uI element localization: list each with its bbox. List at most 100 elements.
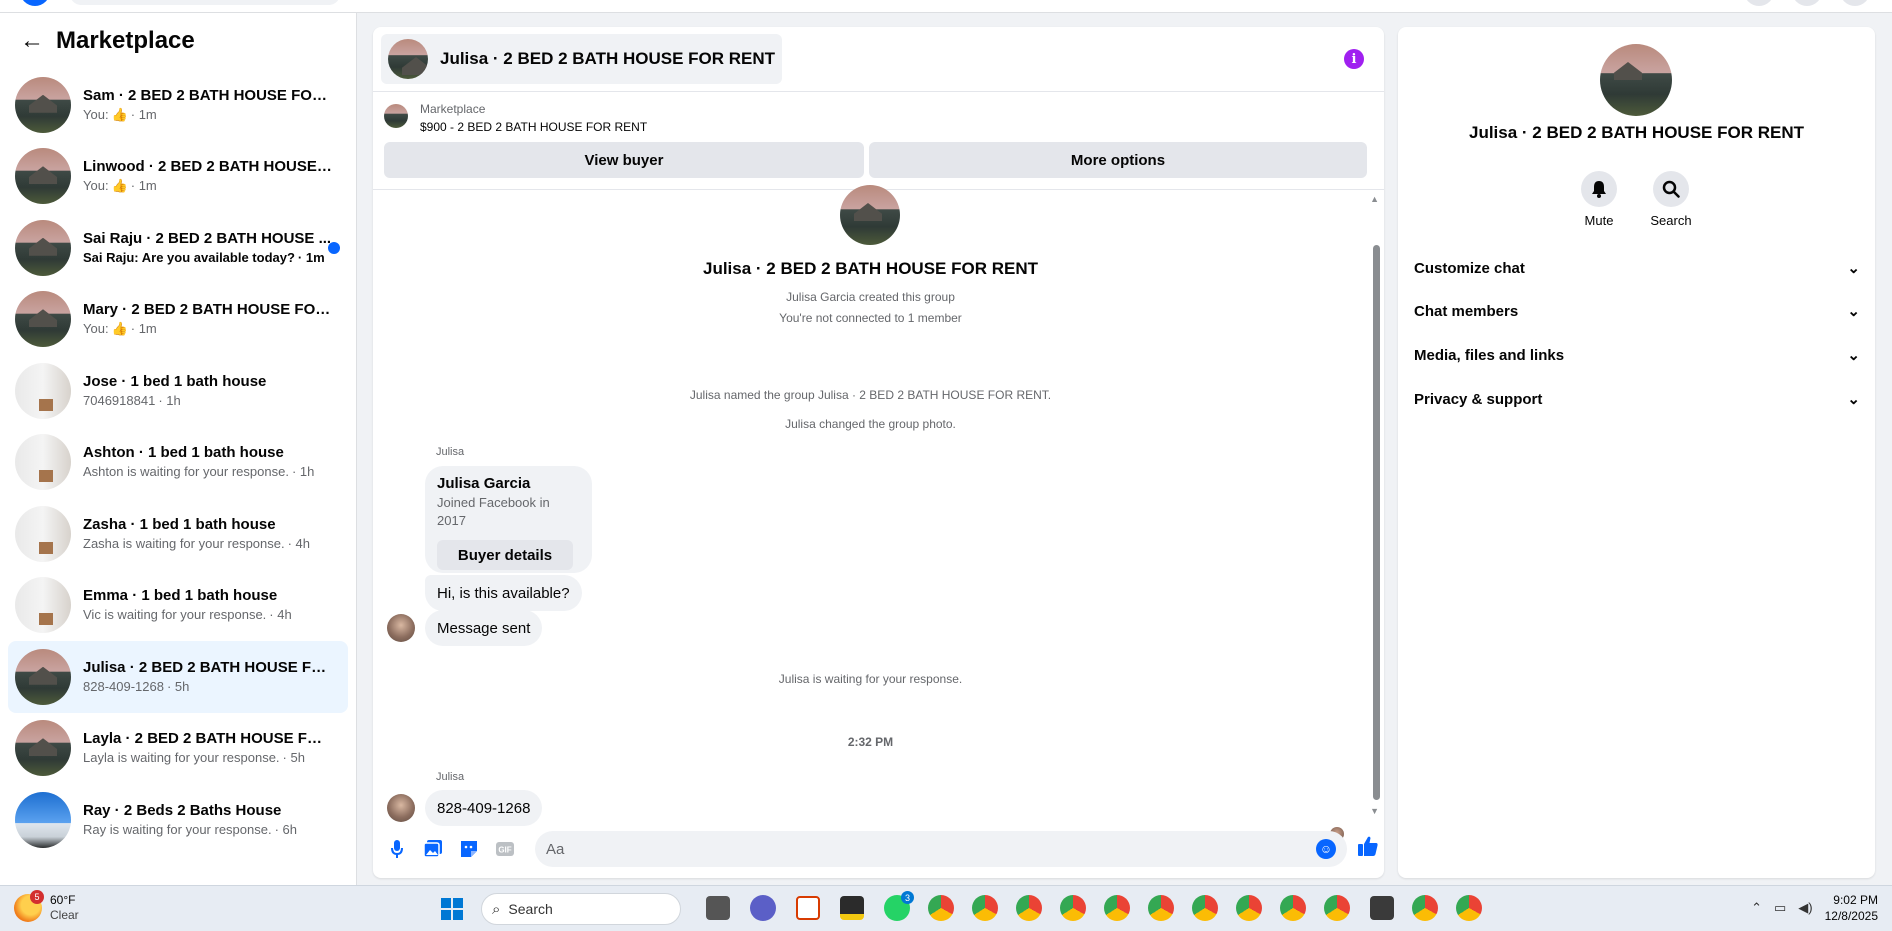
preview-time: · 1m [297,249,325,265]
section-label: Privacy & support [1414,390,1543,408]
scroll-down-icon[interactable]: ▼ [1370,806,1379,816]
conversation-item[interactable]: Ashton · 1 bed 1 bath house Ashton is wai… [8,427,348,499]
weather-condition: Clear [50,908,79,922]
photo-icon[interactable] [421,837,445,861]
preview-time: · 5h [166,678,190,694]
listing-title[interactable]: $900 - 2 BED 2 BATH HOUSE FOR RENT [420,118,647,136]
bell-icon[interactable] [1581,171,1617,207]
scroll-thumb[interactable] [1373,245,1380,800]
chat-details-panel: Julisa · 2 BED 2 BATH HOUSE FOR RENT Mut… [1398,27,1875,878]
gif-icon[interactable]: GIF [493,837,517,861]
chevron-up-icon[interactable]: ⌃ [1751,900,1762,916]
listing-thumbnail [15,648,71,705]
conversation-item[interactable]: Mary · 2 BED 2 BATH HOUSE FOR ... You: 👍 … [8,284,348,356]
conversation-preview: Layla is waiting for your response. · 5h [83,749,333,767]
group-avatar [388,39,428,79]
chevron-down-icon: ⌄ [1847,260,1860,277]
profile-avatar[interactable] [1840,0,1870,6]
snipping-tool-icon[interactable] [796,896,820,920]
back-arrow-icon[interactable]: ← [20,27,56,55]
conversation-item[interactable]: Sai Raju · 2 BED 2 BATH HOUSE ... Sai Raj… [8,212,348,284]
sticker-icon[interactable] [457,837,481,861]
section-privacy-support[interactable]: Privacy & support ⌄ [1414,383,1864,415]
mute-action[interactable]: Mute [1569,171,1629,228]
chrome-profile-icon[interactable] [1324,895,1350,921]
conversation-preview: Ashton is waiting for your response. · 1… [83,463,333,481]
conversation-item[interactable]: Emma · 1 bed 1 bath house Vic is waiting … [8,570,348,642]
info-icon[interactable]: i [1344,49,1364,69]
menu-icon[interactable] [1744,0,1774,6]
chrome-profile-icon[interactable] [1016,895,1042,921]
preview-text: 828-409-1268 [83,678,164,694]
message-input-box[interactable]: ☺ [535,831,1347,867]
sender-avatar[interactable] [387,614,415,642]
task-view-icon[interactable] [706,896,730,920]
more-options-button[interactable]: More options [869,142,1367,178]
teams-icon[interactable] [750,895,776,921]
search-icon[interactable] [1653,171,1689,207]
chrome-profile-icon[interactable] [1060,895,1086,921]
facebook-search-bar[interactable] [70,0,340,5]
scroll-up-icon[interactable]: ▲ [1370,194,1379,204]
emoji-icon[interactable]: ☺ [1316,839,1336,859]
system-tray: ⌃ ▭ ◀) 9:02 PM 12/8/2025 [1751,892,1878,924]
conversation-preview: Ray is waiting for your response. · 6h [83,821,333,839]
section-chat-members[interactable]: Chat members ⌄ [1414,295,1864,327]
chrome-icon[interactable] [928,895,954,921]
conversation-item[interactable]: Zasha · 1 bed 1 bath house Zasha is waiti… [8,498,348,570]
preview-text: 7046918841 [83,392,156,408]
listing-thumbnail[interactable] [384,104,408,128]
chrome-profile-icon[interactable] [1148,895,1174,921]
chrome-profile-icon[interactable] [1456,895,1482,921]
chrome-profile-icon[interactable] [1236,895,1262,921]
chrome-profile-icon[interactable] [1104,895,1130,921]
message-input[interactable] [546,840,1306,858]
network-icon[interactable]: ▭ [1774,900,1786,916]
unread-indicator [328,242,340,254]
conversation-item[interactable]: Julisa · 2 BED 2 BATH HOUSE FOR ... 828-4… [8,641,348,713]
weather-icon: 5 [14,890,44,922]
conversation-item[interactable]: Sam · 2 BED 2 BATH HOUSE FOR R... You: 👍 … [8,69,348,141]
conversation-name: Sai Raju · 2 BED 2 BATH HOUSE ... [83,229,332,247]
conversation-item[interactable]: Jose · 1 bed 1 bath house 7046918841 · 1h [8,355,348,427]
sticky-notes-icon[interactable] [840,896,864,920]
message-bubble[interactable]: Message sent [425,610,543,646]
chrome-profile-icon[interactable] [972,895,998,921]
view-buyer-button[interactable]: View buyer [384,142,864,178]
group-photo-large[interactable] [1600,44,1672,116]
thread-scrollbar[interactable]: ▲ ▼ [1369,190,1384,820]
notifications-icon[interactable] [1792,0,1822,6]
buyer-details-button[interactable]: Buyer details [437,540,573,570]
chrome-profile-icon[interactable] [1192,895,1218,921]
like-icon[interactable] [1357,835,1379,863]
sender-avatar[interactable] [387,794,415,822]
whatsapp-icon[interactable]: 3 [884,891,914,921]
chrome-profile-icon[interactable] [1412,895,1438,921]
preview-text: Layla is waiting for your response. [83,750,280,766]
section-media-files-links[interactable]: Media, files and links ⌄ [1414,339,1864,371]
conversation-item[interactable]: Ray · 2 Beds 2 Baths House Ray is waiting… [8,784,348,856]
message-thread[interactable]: Julisa · 2 BED 2 BATH HOUSE FOR RENT Jul… [373,185,1384,841]
chrome-profile-icon[interactable] [1280,895,1306,921]
search-action[interactable]: Search [1641,171,1701,228]
chevron-down-icon: ⌄ [1847,303,1860,320]
preview-text: You: [83,106,109,122]
taskbar-search[interactable]: ⌕ Search [481,893,681,925]
section-customize-chat[interactable]: Customize chat ⌄ [1414,252,1864,284]
listing-thumbnail [15,76,71,133]
volume-icon[interactable]: ◀) [1798,900,1812,916]
chat-header: Julisa · 2 BED 2 BATH HOUSE FOR RENT i [373,27,1384,92]
microphone-icon[interactable] [385,837,409,861]
chat-title-button[interactable]: Julisa · 2 BED 2 BATH HOUSE FOR RENT [381,34,783,84]
sender-name: Julisa [436,446,465,458]
conversation-preview: Zasha is waiting for your response. · 4h [83,535,333,553]
weather-widget[interactable]: 5 60°F Clear [14,890,79,923]
message-bubble[interactable]: Hi, is this available? [425,575,582,611]
whatsapp-badge: 3 [901,891,914,904]
conversation-item[interactable]: Linwood · 2 BED 2 BATH HOUSE F... You: 👍 … [8,141,348,213]
conversation-item[interactable]: Layla · 2 BED 2 BATH HOUSE FOR ... Layla … [8,713,348,785]
clock[interactable]: 9:02 PM 12/8/2025 [1825,892,1878,924]
calculator-icon[interactable] [1370,896,1394,920]
facebook-logo-icon[interactable] [20,0,50,6]
start-menu-icon[interactable] [441,898,463,920]
